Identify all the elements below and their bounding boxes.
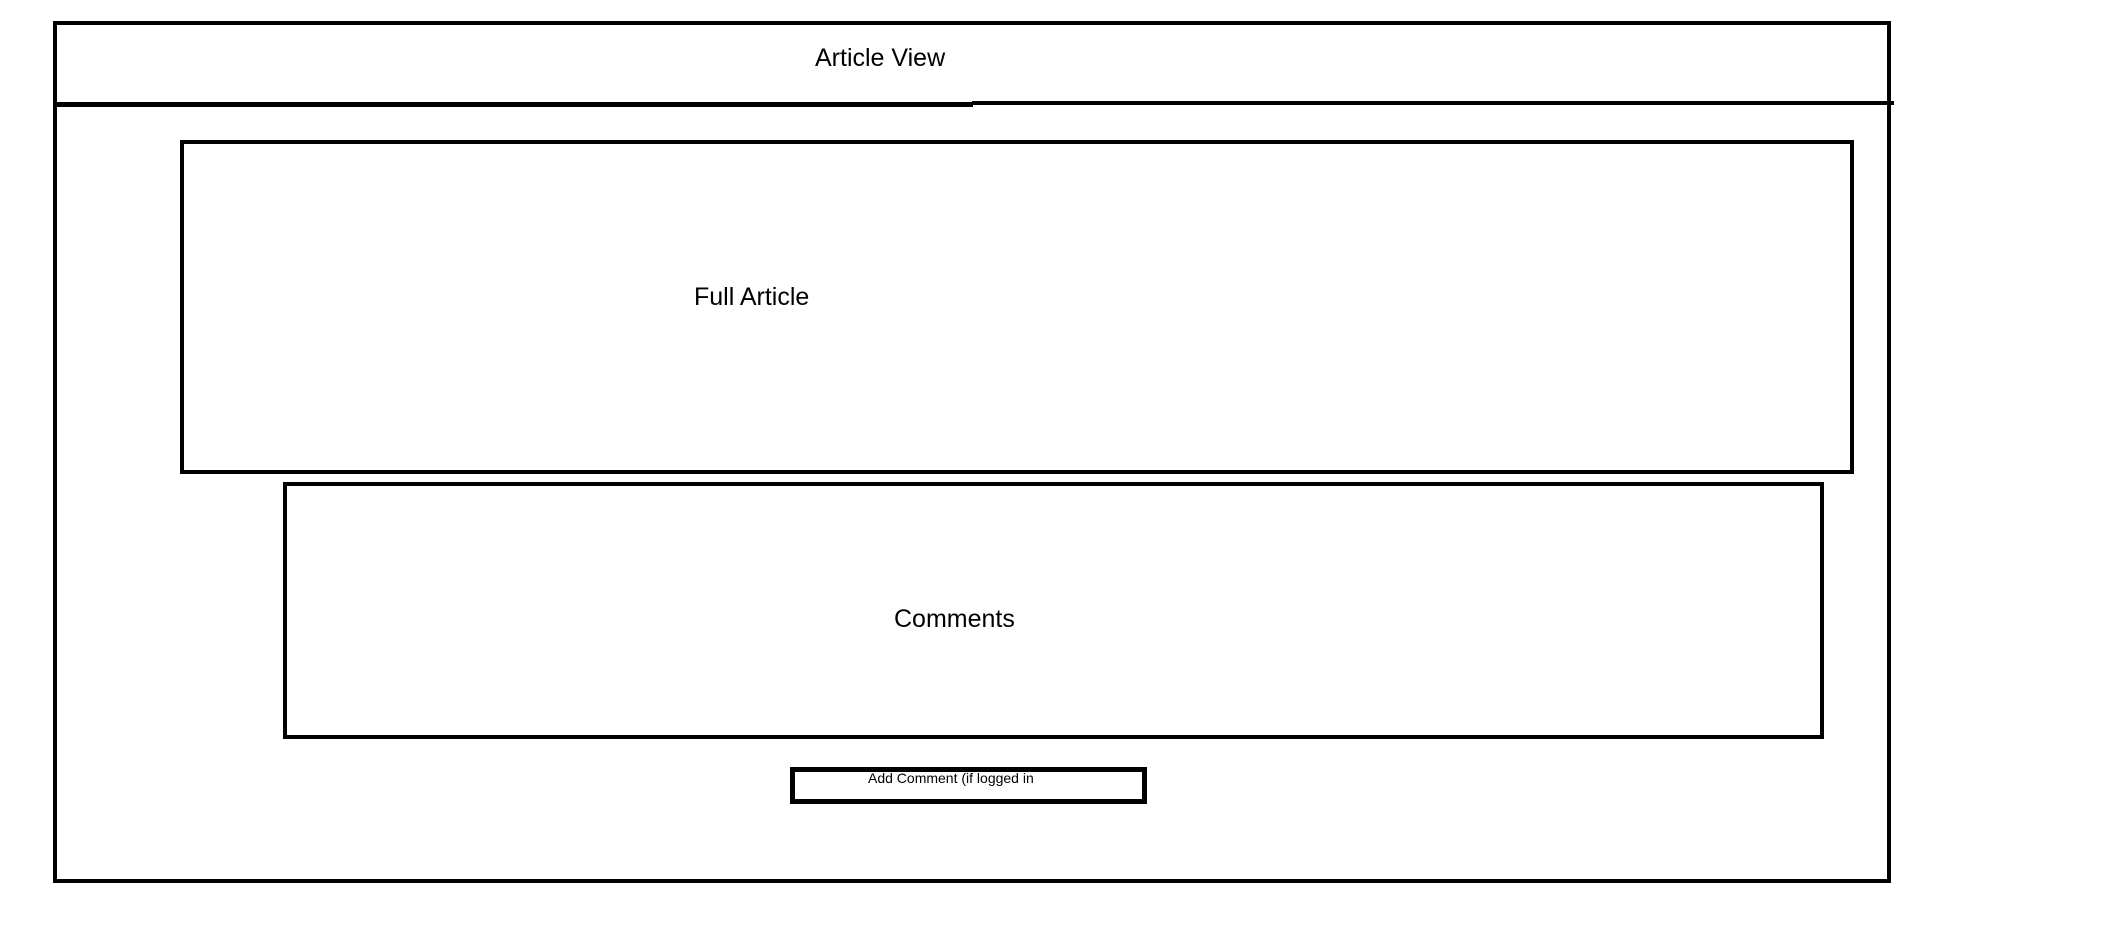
full-article-panel (180, 140, 1854, 474)
add-comment-label: Add Comment (if logged in (868, 770, 1034, 786)
comments-label: Comments (894, 605, 1015, 633)
full-article-label: Full Article (694, 283, 810, 311)
comments-panel (283, 482, 1824, 739)
header-divider (53, 102, 973, 107)
header-divider-right (972, 101, 1894, 105)
page-title: Article View (815, 44, 946, 72)
